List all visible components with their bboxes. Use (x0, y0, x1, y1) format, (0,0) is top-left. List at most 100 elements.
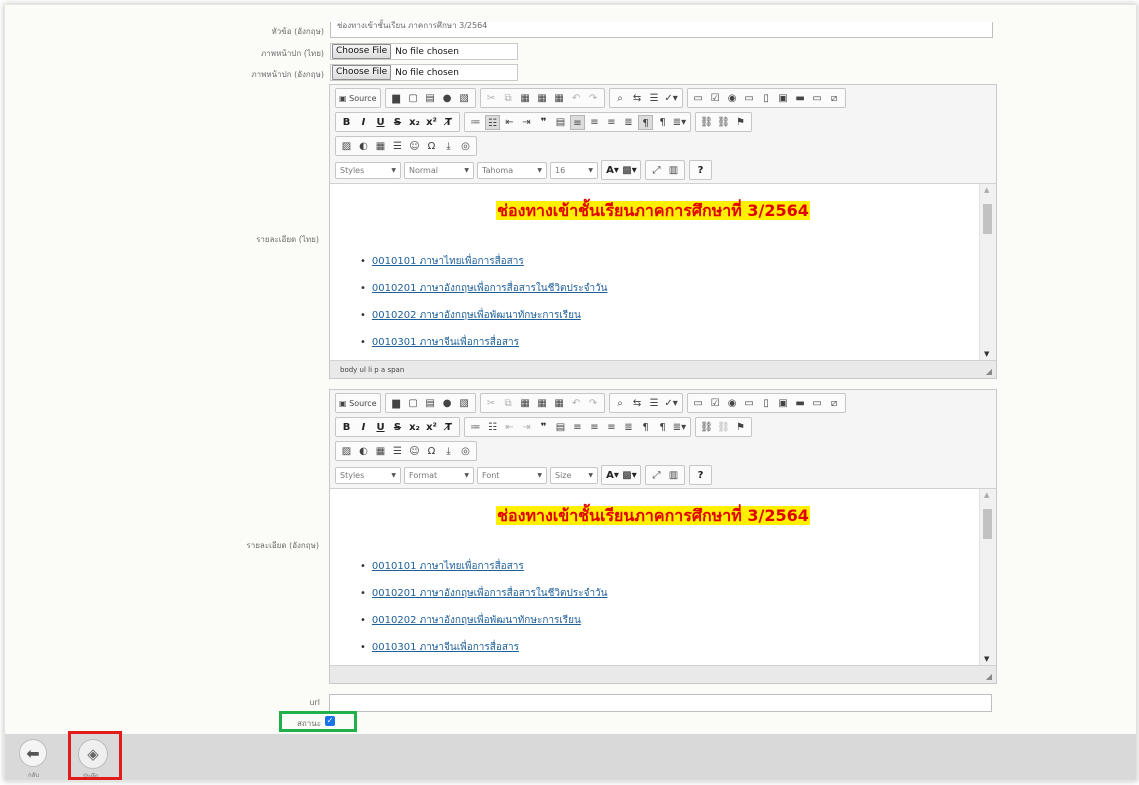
outdent-icon[interactable]: ⇤ (502, 115, 517, 130)
select-icon[interactable]: ▣ (776, 396, 791, 411)
styles-dropdown[interactable]: Styles ▼ (335, 161, 401, 179)
element-path[interactable]: body ul li p a span (340, 366, 404, 374)
radio-icon[interactable]: ◉ (725, 396, 740, 411)
checkbox-icon[interactable]: ☑ (708, 91, 723, 106)
numbered-list-icon[interactable]: ≔ (468, 420, 483, 435)
remove-format-icon[interactable]: T̸ (441, 115, 456, 130)
textarea-icon[interactable]: ▯ (759, 396, 774, 411)
paste-text-icon[interactable]: ▦ (535, 396, 550, 411)
italic-icon[interactable]: I (356, 420, 371, 435)
spellcheck-icon[interactable]: ✓▾ (664, 396, 679, 411)
show-blocks-icon[interactable]: ▥ (666, 468, 681, 483)
course-link[interactable]: 0010201 ภาษาอังกฤษเพื่อการสื่อสารในชีวิต… (372, 283, 608, 294)
div-icon[interactable]: ▤ (553, 420, 568, 435)
scroll-thumb[interactable] (983, 204, 992, 234)
textfield-icon[interactable]: ▭ (742, 91, 757, 106)
find-icon[interactable]: ⌕ (613, 396, 628, 411)
ltr-icon[interactable]: ¶ (638, 420, 653, 435)
language-icon[interactable]: ≣▾ (672, 420, 687, 435)
help-icon[interactable]: ? (693, 163, 708, 178)
source-button[interactable]: ▣ Source (339, 396, 377, 411)
special-char-icon[interactable]: Ω (424, 139, 439, 154)
table-icon[interactable]: ▦ (373, 444, 388, 459)
text-color-icon[interactable]: A▾ (605, 468, 620, 483)
language-icon[interactable]: ≣▾ (672, 115, 687, 130)
paste-word-icon[interactable]: ▦ (552, 91, 567, 106)
undo-icon[interactable]: ↶ (569, 396, 584, 411)
horizontal-line-icon[interactable]: ☰ (390, 444, 405, 459)
anchor-icon[interactable]: ⚑ (733, 420, 748, 435)
flash-icon[interactable]: ◐ (356, 444, 371, 459)
button-icon[interactable]: ▬ (793, 91, 808, 106)
form-icon[interactable]: ▭ (691, 91, 706, 106)
cut-icon[interactable]: ✂ (484, 91, 499, 106)
numbered-list-icon[interactable]: ≔ (468, 115, 483, 130)
page-break-icon[interactable]: ⤓ (441, 444, 456, 459)
scroll-up-icon[interactable]: ▲ (984, 186, 989, 194)
course-link[interactable]: 0010201 ภาษาอังกฤษเพื่อการสื่อสารในชีวิต… (372, 588, 608, 599)
blockquote-icon[interactable]: ❞ (536, 420, 551, 435)
format-dropdown[interactable]: Normal ▼ (404, 161, 474, 179)
smiley-icon[interactable]: ☺ (407, 444, 422, 459)
paste-icon[interactable]: ▦ (518, 91, 533, 106)
cut-icon[interactable]: ✂ (484, 396, 499, 411)
superscript-icon[interactable]: x² (424, 420, 439, 435)
cover-th-file-input[interactable]: Choose File No file chosen (330, 43, 518, 60)
paste-word-icon[interactable]: ▦ (552, 396, 567, 411)
scroll-down-icon[interactable]: ▼ (984, 655, 989, 663)
maximize-icon[interactable]: ⤢ (649, 468, 664, 483)
anchor-icon[interactable]: ⚑ (733, 115, 748, 130)
print-icon[interactable]: ● (440, 396, 455, 411)
print-icon[interactable]: ● (440, 91, 455, 106)
new-page-icon[interactable]: ▢ (406, 91, 421, 106)
maximize-icon[interactable]: ⤢ (649, 163, 664, 178)
underline-icon[interactable]: U (373, 420, 388, 435)
link-icon[interactable]: ⛓ (699, 115, 714, 130)
align-left-icon[interactable]: ≡ (570, 420, 585, 435)
justify-icon[interactable]: ≣ (621, 115, 636, 130)
preview-icon[interactable]: ▤ (423, 91, 438, 106)
checkbox-icon[interactable]: ☑ (708, 396, 723, 411)
show-blocks-icon[interactable]: ▥ (666, 163, 681, 178)
iframe-icon[interactable]: ◎ (458, 139, 473, 154)
link-icon[interactable]: ⛓ (699, 420, 714, 435)
table-icon[interactable]: ▦ (373, 139, 388, 154)
course-link[interactable]: 0010202 ภาษาอังกฤษเพื่อพัฒนาทักษะการเรีย… (372, 615, 581, 626)
course-link[interactable]: 0010301 ภาษาจีนเพื่อการสื่อสาร (372, 337, 519, 348)
bulleted-list-icon[interactable]: ☷ (485, 114, 500, 130)
templates-icon[interactable]: ▧ (457, 91, 472, 106)
redo-icon[interactable]: ↷ (586, 91, 601, 106)
course-link[interactable]: 0010202 ภาษาอังกฤษเพื่อพัฒนาทักษะการเรีย… (372, 310, 581, 321)
scroll-thumb[interactable] (983, 509, 992, 539)
indent-icon[interactable]: ⇥ (519, 115, 534, 130)
italic-icon[interactable]: I (356, 115, 371, 130)
text-color-icon[interactable]: A▾ (605, 163, 620, 178)
textfield-icon[interactable]: ▭ (742, 396, 757, 411)
radio-icon[interactable]: ◉ (725, 91, 740, 106)
course-link[interactable]: 0010101 ภาษาไทยเพื่อการสื่อสาร (372, 561, 524, 572)
title-en-input[interactable]: ช่องทางเข้าชั้นเรียน ภาคการศึกษา 3/2564 (330, 21, 993, 38)
image-icon[interactable]: ▨ (339, 444, 354, 459)
align-right-icon[interactable]: ≡ (604, 115, 619, 130)
align-center-icon[interactable]: ≡ (587, 115, 602, 130)
save-doc-icon[interactable]: ▆ (389, 91, 404, 106)
form-icon[interactable]: ▭ (691, 396, 706, 411)
replace-icon[interactable]: ⇆ (630, 396, 645, 411)
styles-dropdown[interactable]: Styles ▼ (335, 466, 401, 484)
select-all-icon[interactable]: ☰ (647, 396, 662, 411)
size-dropdown[interactable]: Size ▼ (550, 466, 598, 484)
cover-en-file-input[interactable]: Choose File No file chosen (330, 64, 518, 81)
resize-handle-icon[interactable]: ◢ (986, 367, 992, 376)
redo-icon[interactable]: ↷ (586, 396, 601, 411)
subscript-icon[interactable]: x₂ (407, 115, 422, 130)
horizontal-line-icon[interactable]: ☰ (390, 139, 405, 154)
superscript-icon[interactable]: x² (424, 115, 439, 130)
editor-content-area[interactable]: ช่องทางเข้าชั้นเรียนภาคการศึกษาที่ 3/256… (330, 184, 996, 360)
blockquote-icon[interactable]: ❞ (536, 115, 551, 130)
hidden-field-icon[interactable]: ⧄ (827, 396, 842, 411)
source-button[interactable]: ▣ Source (339, 91, 377, 106)
new-page-icon[interactable]: ▢ (406, 396, 421, 411)
bulleted-list-icon[interactable]: ☷ (485, 420, 500, 435)
smiley-icon[interactable]: ☺ (407, 139, 422, 154)
unlink-icon[interactable]: ⛓ (716, 420, 731, 435)
